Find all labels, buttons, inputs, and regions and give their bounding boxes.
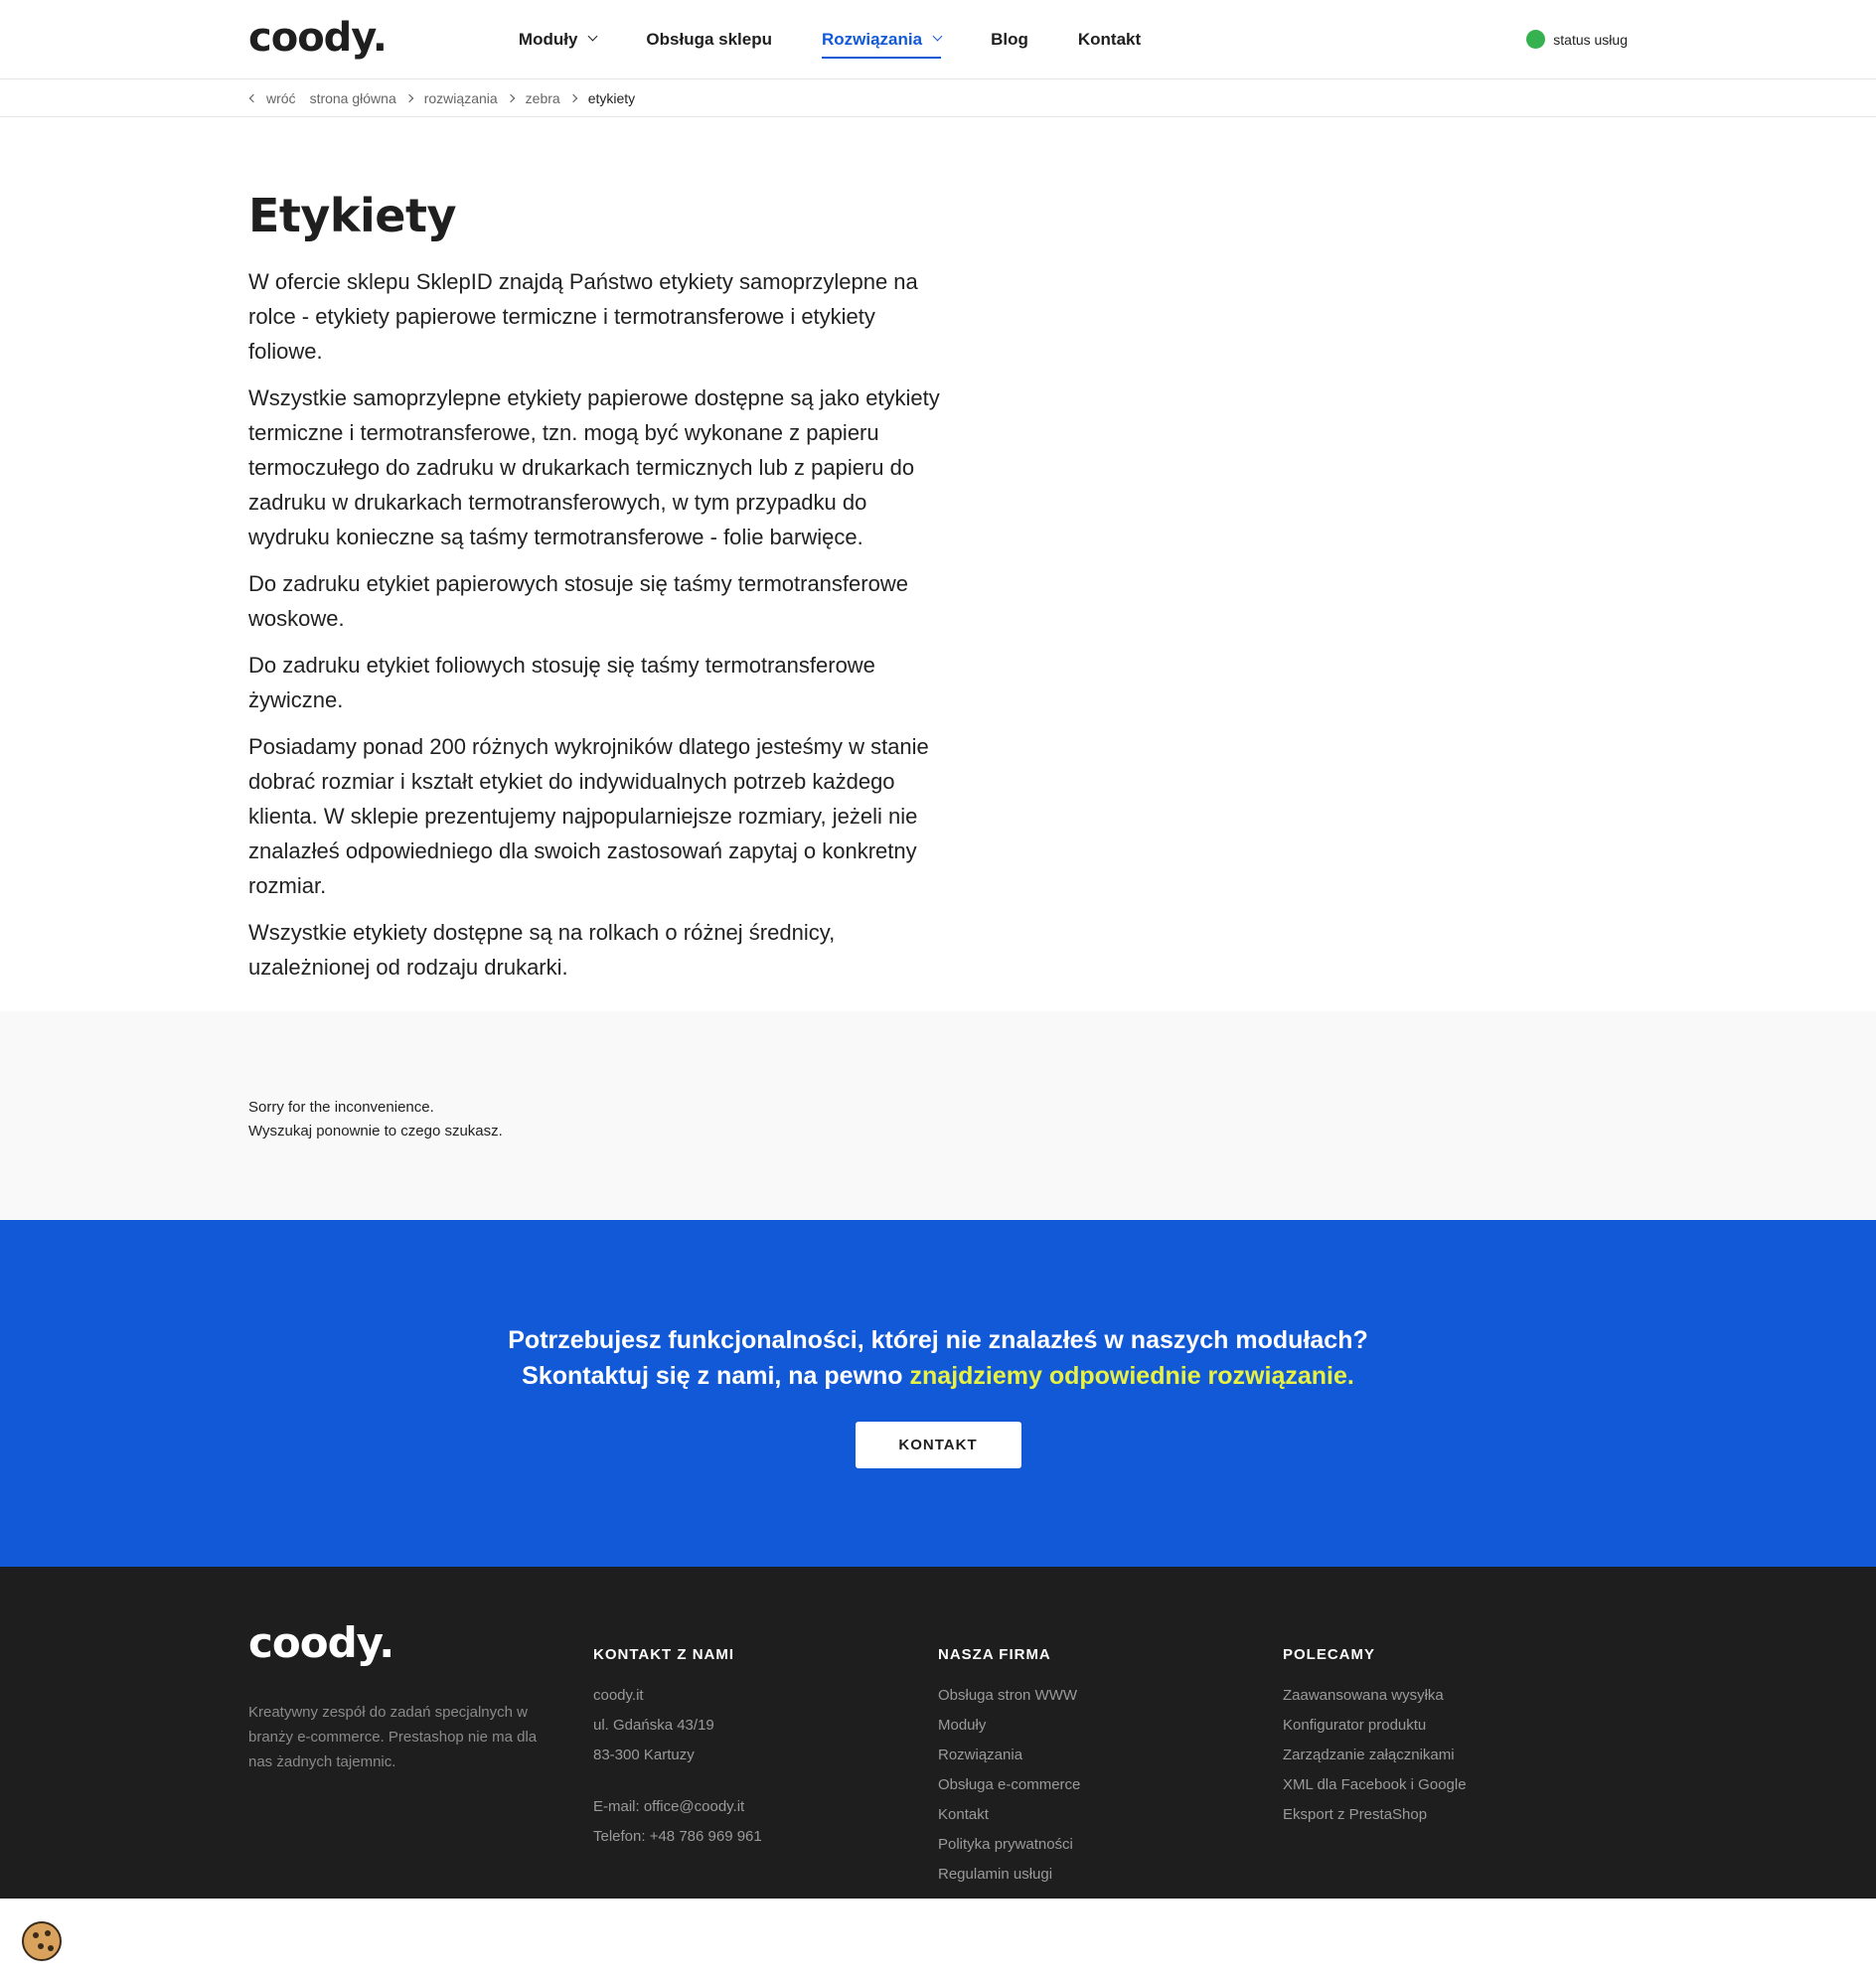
footer-heading: KONTAKT Z NAMI [593, 1646, 735, 1663]
breadcrumb: wróć strona główna rozwiązania zebra ety… [0, 79, 1876, 117]
paragraph: W ofercie sklepu SklepID znajdą Państwo … [248, 269, 918, 364]
contact-cta-section: Potrzebujesz funkcjonalności, której nie… [0, 1220, 1876, 1567]
page-title: Etykiety [248, 189, 456, 242]
footer-contact: KONTAKT Z NAMI coody.it ul. Gdańska 43/1… [593, 1624, 938, 1890]
footer-link[interactable]: Polityka prywatności [938, 1830, 1283, 1860]
footer-link[interactable]: Zaawansowana wysyłka [1283, 1681, 1628, 1711]
nav-moduly-label: Moduły [518, 29, 578, 49]
status-link[interactable]: status usług [1526, 30, 1628, 49]
site-header: coody. Moduły Obsługa sklepu Rozwiązania… [0, 0, 1876, 79]
main-nav: Moduły Obsługa sklepu Rozwiązania Blog K… [519, 0, 1190, 78]
cta-line-2-text: Skontaktuj się z nami, na pewno [522, 1362, 910, 1390]
paragraph: Wszystkie etykiety dostępne są na rolkac… [248, 920, 836, 980]
logo[interactable]: coody. [248, 18, 388, 58]
nav-rozwiazania-label: Rozwiązania [822, 29, 923, 49]
nav-kontakt[interactable]: Kontakt [1078, 0, 1141, 78]
chevron-down-icon [932, 31, 943, 42]
breadcrumb-item[interactable]: rozwiązania [424, 90, 498, 106]
footer-company: NASZA FIRMA Obsługa stron WWW Moduły Roz… [938, 1624, 1283, 1890]
status-indicator-icon [1526, 30, 1546, 49]
footer-link[interactable]: Konfigurator produktu [1283, 1711, 1628, 1741]
breadcrumb-back[interactable]: wróć [266, 90, 296, 106]
paragraph: Wszystkie samoprzylepne etykiety papiero… [248, 385, 940, 549]
paragraph: Posiadamy ponad 200 różnych wykrojników … [248, 734, 929, 898]
chevron-down-icon [587, 31, 598, 42]
footer-link[interactable]: Obsługa e-commerce [938, 1770, 1283, 1800]
footer-email[interactable]: E-mail: office@coody.it [593, 1792, 938, 1822]
footer-address-line: 83-300 Kartuzy [593, 1747, 695, 1763]
chevron-right-icon [568, 93, 577, 102]
footer-link[interactable]: Zarządzanie załącznikami [1283, 1741, 1628, 1770]
nav-moduly[interactable]: Moduły [518, 0, 598, 78]
footer-link[interactable]: Regulamin usługi [938, 1860, 1283, 1890]
nav-kontakt-label: Kontakt [1077, 29, 1142, 49]
footer-phone[interactable]: Telefon: +48 786 969 961 [593, 1822, 938, 1852]
cta-highlight: znajdziemy odpowiednie rozwiązanie. [909, 1362, 1354, 1390]
footer-brand: coody. Kreatywny zespół do zadań specjal… [248, 1622, 593, 1890]
footer-description: Kreatywny zespół do zadań specjalnych w … [248, 1704, 538, 1770]
footer-heading: POLECAMY [1283, 1646, 1376, 1663]
article-body: W ofercie sklepu SklepID znajdą Państwo … [248, 264, 944, 985]
footer-link[interactable]: Moduły [938, 1711, 1283, 1741]
footer-link[interactable]: Obsługa stron WWW [938, 1681, 1283, 1711]
search-notice-section: Sorry for the inconvenience. Wyszukaj po… [0, 1011, 1876, 1220]
paragraph: Do zadruku etykiet foliowych stosuję się… [248, 653, 875, 712]
footer-link[interactable]: Rozwiązania [938, 1741, 1283, 1770]
site-footer: coody. Kreatywny zespół do zadań specjal… [0, 1567, 1876, 1899]
chevron-right-icon [404, 93, 413, 102]
cookie-icon[interactable] [22, 1921, 62, 1961]
breadcrumb-item[interactable]: strona główna [310, 90, 396, 106]
footer-link[interactable]: Eksport z PrestaShop [1283, 1800, 1628, 1830]
nav-obsluga-sklepu[interactable]: Obsługa sklepu [646, 0, 772, 78]
nav-blog-label: Blog [991, 29, 1028, 49]
cta-line-2: Skontaktuj się z nami, na pewno znajdzie… [0, 1358, 1876, 1394]
nav-rozwiazania[interactable]: Rozwiązania [822, 0, 943, 78]
chevron-right-icon [506, 93, 515, 102]
notice-line: Sorry for the inconvenience. [248, 1099, 434, 1116]
notice-line: Wyszukaj ponownie to czego szukasz. [248, 1123, 503, 1140]
footer-link[interactable]: Kontakt [938, 1800, 1283, 1830]
cta-line-1: Potrzebujesz funkcjonalności, której nie… [508, 1326, 1368, 1354]
footer-logo[interactable]: coody. [248, 1622, 593, 1664]
main-content: Etykiety W ofercie sklepu SklepID znajdą… [0, 117, 1876, 1011]
breadcrumb-item[interactable]: zebra [526, 90, 560, 106]
footer-recommend: POLECAMY Zaawansowana wysyłka Konfigurat… [1283, 1624, 1628, 1890]
nav-obsluga-label: Obsługa sklepu [646, 29, 772, 49]
chevron-left-icon [248, 93, 258, 102]
footer-address-line: coody.it [593, 1687, 644, 1704]
paragraph: Do zadruku etykiet papierowych stosuje s… [248, 571, 908, 631]
status-label: status usług [1553, 31, 1628, 48]
contact-button[interactable]: KONTAKT [855, 1422, 1021, 1468]
footer-address-line: ul. Gdańska 43/19 [593, 1717, 714, 1734]
footer-heading: NASZA FIRMA [938, 1646, 1051, 1663]
nav-blog[interactable]: Blog [991, 0, 1028, 78]
breadcrumb-current: etykiety [587, 89, 636, 106]
footer-link[interactable]: XML dla Facebook i Google [1283, 1770, 1628, 1800]
